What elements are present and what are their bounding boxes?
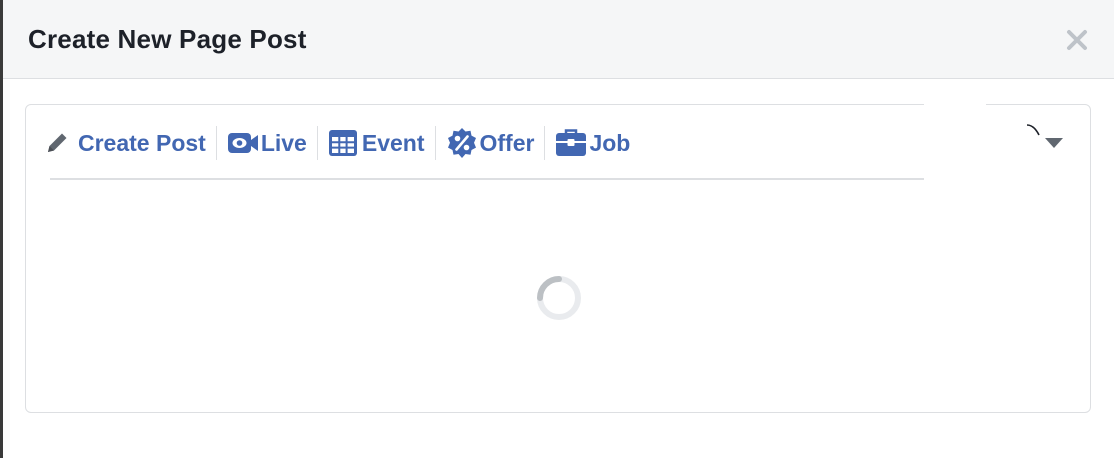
tab-label: Event (361, 129, 425, 156)
composer-panel: Create Post Live Event Offer Job (25, 101, 1091, 413)
loading-spinner-icon (537, 276, 581, 320)
offer-badge-icon (446, 128, 480, 158)
pencil-icon (44, 128, 78, 158)
composer-tabs: Create Post Live Event Offer Job (44, 123, 640, 163)
calendar-icon (328, 128, 362, 158)
create-post-dialog: Create New Page Post Create Post Live Ev… (3, 0, 1114, 458)
tab-job[interactable]: Job (545, 123, 640, 163)
close-button[interactable] (1063, 26, 1091, 54)
tab-label: Job (589, 129, 631, 156)
tab-create-post[interactable]: Create Post (44, 123, 216, 163)
briefcase-icon (555, 128, 589, 158)
close-icon (1067, 30, 1087, 50)
video-camera-icon (227, 128, 261, 158)
caret-down-icon (1045, 138, 1063, 148)
tab-label: Create Post (78, 129, 206, 156)
tab-label: Offer (479, 129, 535, 156)
tabs-divider (50, 178, 980, 180)
overlay-patch (924, 101, 986, 181)
dialog-header: Create New Page Post (3, 0, 1114, 79)
tab-label: Live (260, 129, 307, 156)
more-options-button[interactable] (1043, 135, 1065, 151)
curve-mark-icon (1026, 124, 1040, 136)
tab-offer[interactable]: Offer (436, 123, 545, 163)
tab-live[interactable]: Live (217, 123, 317, 163)
tab-event[interactable]: Event (318, 123, 435, 163)
dialog-title: Create New Page Post (28, 24, 307, 54)
